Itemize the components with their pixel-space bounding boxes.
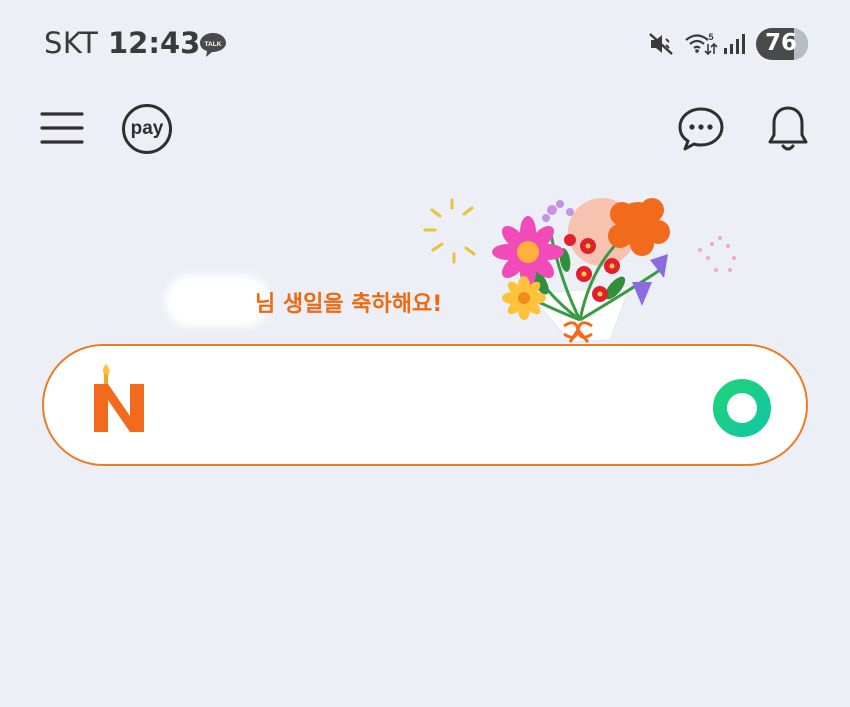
- talk-icon: TALK: [200, 33, 226, 57]
- search-input[interactable]: [164, 374, 708, 438]
- mute-icon: [649, 33, 673, 55]
- wifi-icon: 5: [685, 32, 718, 56]
- naver-birthday-logo[interactable]: [92, 362, 148, 436]
- menu-icon[interactable]: [40, 108, 84, 148]
- sparkle-left-icon: [423, 198, 476, 264]
- carrier-label: SKT: [44, 26, 99, 60]
- talk-icon-label: TALK: [205, 41, 222, 48]
- wifi-band-label: 5: [708, 32, 713, 42]
- battery-level: 76: [765, 30, 798, 56]
- sparkle-right-icon: [698, 236, 736, 272]
- chat-icon[interactable]: [676, 104, 726, 154]
- search-bar[interactable]: [42, 344, 808, 466]
- status-bar: SKT 12:43 TALK 5 76: [0, 0, 850, 90]
- pink-flower: [492, 216, 564, 288]
- orange-flower: [608, 198, 670, 256]
- clock: 12:43: [108, 26, 201, 60]
- pay-button[interactable]: pay: [122, 104, 172, 154]
- signal-icon: [724, 34, 745, 54]
- birthday-greeting: 님 생일을 축하해요!: [255, 292, 443, 317]
- battery-icon: 76: [756, 28, 808, 60]
- green-dot-search-icon[interactable]: [712, 378, 772, 438]
- bell-icon[interactable]: [764, 104, 812, 154]
- pay-label: pay: [130, 118, 164, 139]
